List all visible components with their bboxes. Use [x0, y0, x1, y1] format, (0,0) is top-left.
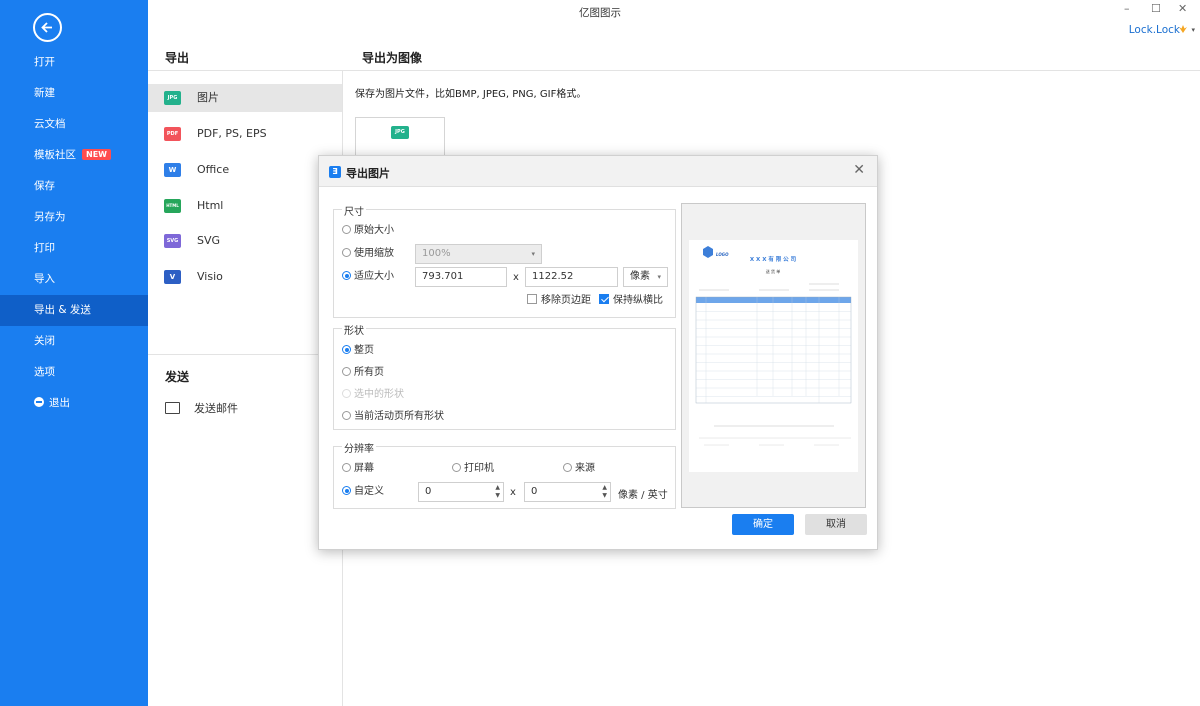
- visio-file-icon: V: [164, 270, 181, 284]
- section-description: 保存为图片文件，比如BMP, JPEG, PNG, GIF格式。: [355, 89, 587, 100]
- sidebar-item-new[interactable]: 新建: [0, 78, 148, 109]
- cancel-button[interactable]: 取消: [805, 514, 867, 535]
- section-title: 导出为图像: [362, 51, 423, 65]
- current-page-shapes-radio[interactable]: 当前活动页所有形状: [342, 411, 444, 423]
- format-item-pdf[interactable]: PDF PDF, PS, EPS: [148, 120, 342, 148]
- user-menu-caret-icon[interactable]: ▾: [1191, 26, 1195, 34]
- keep-ratio-checkbox[interactable]: 保持纵横比: [599, 294, 663, 307]
- format-item-office[interactable]: W Office: [148, 156, 342, 184]
- spin-arrows-icon: ▲ ▼: [495, 484, 500, 499]
- sidebar-item-exit[interactable]: 退出: [0, 388, 148, 419]
- header-divider: [148, 70, 1200, 71]
- word-file-icon: W: [164, 163, 181, 177]
- format-item-image[interactable]: JPG 图片: [148, 84, 342, 112]
- send-mail-item[interactable]: 发送邮件: [165, 400, 238, 416]
- new-badge: NEW: [82, 149, 111, 160]
- zoom-select[interactable]: 100% ▾: [415, 244, 542, 264]
- size-group: 尺寸 原始大小 使用缩放 100% ▾ 适应大小 793.701 x 1122.5…: [333, 203, 676, 318]
- use-zoom-radio[interactable]: 使用缩放: [342, 248, 394, 260]
- custom-radio[interactable]: 自定义: [342, 486, 384, 498]
- minimize-button[interactable]: –: [1124, 2, 1130, 15]
- app-title: 亿图图示: [579, 7, 621, 19]
- send-title: 发送: [165, 370, 190, 384]
- dpi-x-stepper[interactable]: 0 ▲ ▼: [418, 482, 504, 502]
- sidebar-item-print[interactable]: 打印: [0, 233, 148, 264]
- sidebar-item-export-send[interactable]: 导出 & 发送: [0, 295, 148, 326]
- width-input[interactable]: 793.701: [415, 267, 507, 287]
- exit-icon: [34, 397, 44, 407]
- sidebar-item-save[interactable]: 保存: [0, 171, 148, 202]
- source-radio[interactable]: 来源: [563, 463, 595, 475]
- shape-group: 形状 整页 所有页 选中的形状 当前活动页所有形状: [333, 322, 676, 430]
- sidebar-item-template-community[interactable]: 模板社区 NEW: [0, 140, 148, 171]
- maximize-button[interactable]: ☐: [1151, 2, 1161, 15]
- original-size-radio[interactable]: 原始大小: [342, 225, 394, 237]
- all-pages-radio[interactable]: 所有页: [342, 367, 384, 379]
- sidebar-item-import[interactable]: 导入: [0, 264, 148, 295]
- preview-logo-text: LOGO: [716, 252, 729, 257]
- chevron-down-icon: ▾: [531, 250, 535, 258]
- format-item-html[interactable]: HTML Html: [148, 192, 342, 220]
- format-item-svg[interactable]: SVG SVG: [148, 227, 342, 255]
- fit-size-radio[interactable]: 适应大小: [342, 271, 394, 283]
- dialog-header: Ǝ 导出图片 ✕: [319, 156, 877, 187]
- sidebar-item-options[interactable]: 选项: [0, 357, 148, 388]
- times-sign: x: [510, 487, 516, 498]
- sidebar: 打开 新建 云文档 模板社区 NEW 保存 另存为 打印 导入 导出 & 发送 关…: [0, 0, 148, 706]
- selected-shapes-radio: 选中的形状: [342, 389, 404, 401]
- sidebar-item-close[interactable]: 关闭: [0, 326, 148, 357]
- html-file-icon: HTML: [164, 199, 181, 213]
- export-panel-title: 导出: [165, 51, 190, 65]
- preview-document-graphic: LOGO X X X 有 限 公 司 送 货 单: [695, 246, 852, 446]
- back-arrow-icon[interactable]: [33, 13, 62, 42]
- app-logo-icon: Ǝ: [329, 166, 341, 178]
- pdf-file-icon: PDF: [164, 127, 181, 141]
- shape-legend: 形状: [342, 322, 366, 337]
- export-preview: LOGO X X X 有 限 公 司 送 货 单: [681, 203, 866, 508]
- dialog-close-button[interactable]: ✕: [853, 162, 865, 178]
- dialog-title: 导出图片: [346, 167, 390, 180]
- format-item-visio[interactable]: V Visio: [148, 263, 342, 291]
- ok-button[interactable]: 确定: [732, 514, 794, 535]
- user-name[interactable]: Lock.Lock: [1129, 24, 1180, 36]
- vip-crown-icon: [1179, 25, 1187, 33]
- jpg-file-icon: JPG: [391, 126, 409, 139]
- sidebar-item-open[interactable]: 打开: [0, 47, 148, 78]
- resolution-group: 分辨率 屏幕 打印机 来源 自定义 0 ▲ ▼ x 0 ▲ ▼ 像素 / 英寸: [333, 440, 676, 509]
- preview-doc-title: 送 货 单: [766, 268, 781, 274]
- whole-page-radio[interactable]: 整页: [342, 345, 374, 357]
- send-divider: [148, 354, 342, 355]
- mail-icon: [165, 402, 180, 414]
- height-input[interactable]: 1122.52: [525, 267, 618, 287]
- resolution-legend: 分辨率: [342, 440, 376, 455]
- screen-radio[interactable]: 屏幕: [342, 463, 374, 475]
- chevron-down-icon: ▾: [657, 273, 661, 281]
- jpg-file-icon: JPG: [164, 91, 181, 105]
- close-window-button[interactable]: ✕: [1178, 2, 1187, 15]
- sidebar-item-cloud-docs[interactable]: 云文档: [0, 109, 148, 140]
- dpi-y-stepper[interactable]: 0 ▲ ▼: [524, 482, 611, 502]
- export-image-thumbnail[interactable]: JPG: [355, 117, 445, 157]
- dpi-unit-label: 像素 / 英寸: [618, 490, 668, 501]
- size-legend: 尺寸: [342, 203, 366, 218]
- preview-company-text: X X X 有 限 公 司: [750, 255, 796, 263]
- printer-radio[interactable]: 打印机: [452, 463, 494, 475]
- unit-select[interactable]: 像素 ▾: [623, 267, 668, 287]
- times-sign: x: [513, 272, 519, 283]
- svg-file-icon: SVG: [164, 234, 181, 248]
- export-image-dialog: Ǝ 导出图片 ✕ 尺寸 原始大小 使用缩放 100% ▾ 适应大小 793.701…: [318, 155, 878, 550]
- preview-page: LOGO X X X 有 限 公 司 送 货 单: [689, 240, 858, 472]
- spin-arrows-icon: ▲ ▼: [602, 484, 607, 499]
- remove-margin-checkbox[interactable]: 移除页边距: [527, 294, 591, 307]
- sidebar-item-save-as[interactable]: 另存为: [0, 202, 148, 233]
